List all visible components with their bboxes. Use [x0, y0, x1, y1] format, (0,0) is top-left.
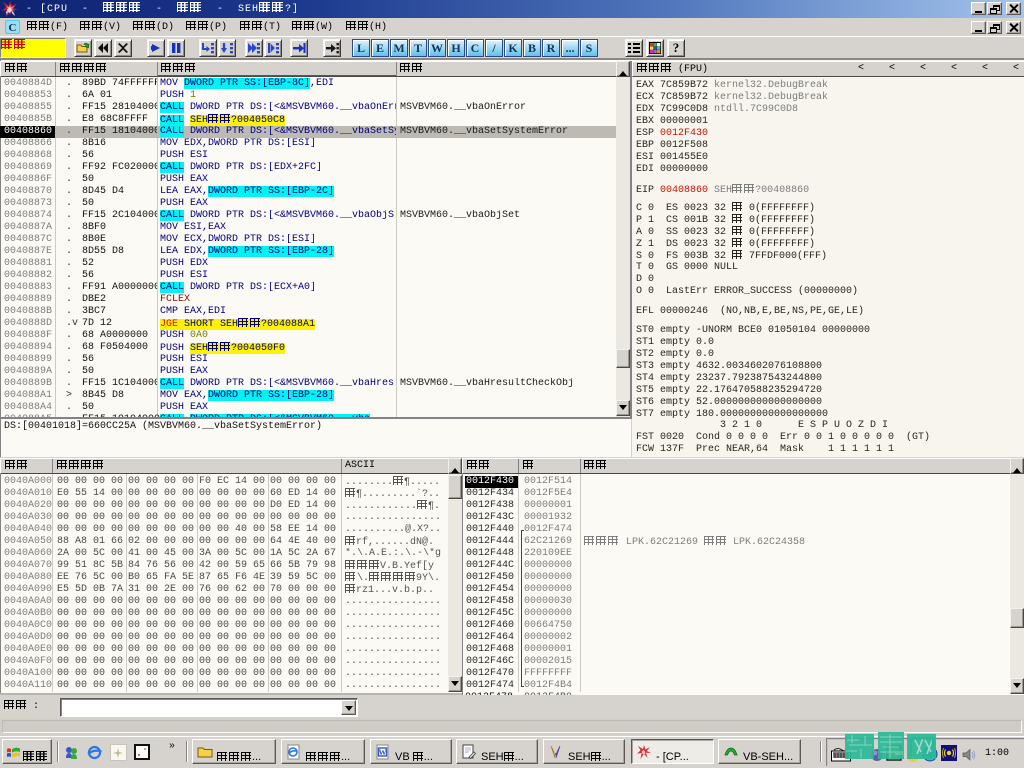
svg-text:W: W	[379, 748, 387, 757]
svg-text:C: C	[9, 22, 17, 34]
